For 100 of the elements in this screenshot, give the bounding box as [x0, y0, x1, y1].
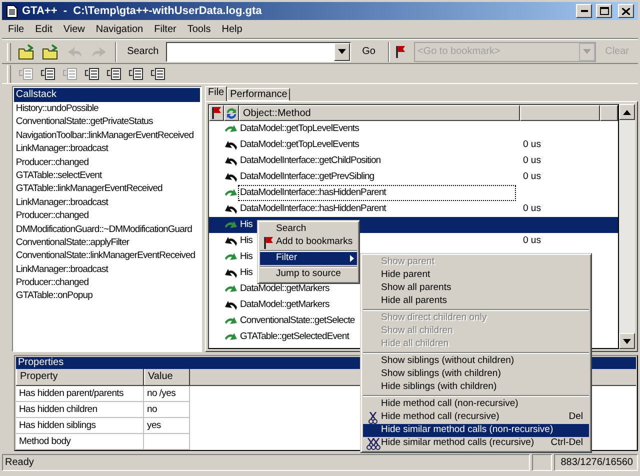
menu-item[interactable]: Hide siblings (with children): [363, 381, 589, 394]
time-cell: 0 us: [523, 203, 541, 214]
table-cell: no: [144, 402, 190, 418]
bookmark-flag-icon[interactable]: [395, 44, 408, 58]
return-arrow-icon: [225, 156, 237, 166]
menu-item[interactable]: File: [8, 22, 24, 36]
method-cell-text: GTATable::getSelectedEvent: [239, 330, 350, 344]
return-arrow-icon: [225, 172, 237, 182]
menu-item[interactable]: Show all parents: [363, 282, 589, 295]
dropdown-arrow-icon: [338, 49, 346, 54]
callstack-item[interactable]: LinkManager::broadcast: [14, 262, 200, 276]
callstack-item[interactable]: ConventionalState::getPrivateStatus: [14, 115, 200, 129]
return-arrow-icon: [225, 204, 237, 214]
menu-item[interactable]: View: [63, 22, 85, 36]
menu-item[interactable]: Show siblings (without children): [363, 355, 589, 368]
down-arrow-icon: [623, 338, 631, 344]
callstack-item[interactable]: History::undoPossible: [14, 102, 200, 116]
column-header[interactable]: [209, 105, 224, 121]
menu-item[interactable]: Filter: [260, 252, 357, 265]
menu-item[interactable]: Help: [222, 22, 242, 36]
tab[interactable]: Performance: [227, 88, 290, 101]
menu-item[interactable]: Tools: [187, 22, 211, 36]
list-icon: [19, 68, 33, 80]
callstack-item[interactable]: LinkManager::broadcast: [14, 142, 200, 156]
go-button[interactable]: Go: [354, 42, 384, 62]
callstack-item[interactable]: ConventionalState::applyFilter: [14, 236, 200, 250]
table-cell: Has hidden parent/parents: [16, 386, 144, 402]
time-cell: 0 us: [523, 155, 541, 166]
column-header[interactable]: [224, 105, 239, 121]
callstack-item[interactable]: Producer::changed: [14, 209, 200, 223]
method-cell-text: DataModel::getTopLevelEvents: [239, 122, 360, 136]
undo-icon: [68, 46, 82, 56]
maximize-button[interactable]: [596, 4, 612, 18]
minimize-button[interactable]: [576, 4, 592, 18]
menu-item[interactable]: Hide all parents: [363, 295, 589, 308]
column-header[interactable]: [600, 105, 618, 121]
callstack-item[interactable]: NavigationToolbar::linkManagerEventReceived: [14, 128, 200, 142]
menu-item[interactable]: Jump to source: [260, 268, 357, 281]
list-icon: [151, 68, 165, 80]
return-arrow-icon: [225, 300, 237, 310]
folder-icon: [18, 44, 36, 60]
close-button[interactable]: [618, 4, 634, 18]
search-label: Search: [126, 45, 160, 59]
double-scissors-icon: [366, 438, 380, 450]
method-cell-text: DataModel::getTopLevelEvents: [239, 138, 360, 152]
flag-icon: [210, 106, 222, 120]
search-field[interactable]: [166, 42, 352, 62]
event-counts: 883/1276/16560: [554, 454, 638, 470]
scroll-down-button[interactable]: [619, 333, 635, 349]
call-arrow-icon: [225, 252, 237, 262]
status-panel: [532, 454, 552, 470]
column-header[interactable]: Property: [16, 369, 144, 385]
callstack-item[interactable]: Producer::changed: [14, 156, 200, 169]
return-arrow-icon: [225, 140, 237, 150]
method-cell-text: His: [239, 218, 254, 232]
menu-item[interactable]: Hide method call (non-recursive): [363, 398, 589, 411]
callstack-item[interactable]: Producer::changed: [14, 276, 200, 290]
table-cell: no /yes: [144, 386, 190, 402]
column-header[interactable]: Value: [144, 369, 190, 385]
menu-item[interactable]: Add to bookmarks: [260, 236, 357, 249]
callstack-item[interactable]: GTATable::onPopup: [14, 289, 200, 303]
menu-item[interactable]: Edit: [35, 22, 52, 36]
menu-item[interactable]: Search: [260, 223, 357, 236]
document-icon: [6, 4, 18, 18]
menu-item[interactable]: Filter: [154, 22, 176, 36]
close-icon: [622, 8, 630, 14]
callstack-item[interactable]: ConventionalState::linkManagerEventReceived: [14, 249, 200, 263]
list-icon: [85, 68, 99, 80]
folder-icon: [42, 44, 60, 60]
scroll-up-button[interactable]: [619, 104, 635, 120]
callstack-item[interactable]: GTATable::selectEvent: [14, 168, 200, 182]
flag-icon: [263, 236, 274, 249]
up-arrow-icon: [623, 110, 631, 114]
menu-item[interactable]: Hide parent: [363, 269, 589, 282]
time-cell: 0 us: [523, 139, 541, 150]
table-cell: Has hidden siblings: [16, 418, 144, 434]
shortcut-text: Ctrl-Del: [550, 436, 583, 450]
return-arrow-icon: [225, 236, 237, 246]
table-cell: Method body: [16, 434, 144, 450]
status-text: Ready: [2, 454, 530, 470]
scrollbar[interactable]: [619, 104, 635, 349]
window-title: GTA++ - C:\Temp\gta++-withUserData.log.gta: [22, 4, 263, 19]
menu-item[interactable]: Hide similar method calls (recursive) Ctrl-Del: [363, 437, 589, 450]
menu-item[interactable]: Hide similar method calls (non-recursive): [363, 424, 589, 437]
method-cell-text: DataModel::getMarkers: [239, 298, 330, 312]
menu-item[interactable]: Show siblings (with children): [363, 368, 589, 381]
table-cell: [144, 434, 190, 450]
callstack-item[interactable]: GTATable::linkManagerEventReceived: [14, 182, 200, 196]
list-icon: [107, 68, 121, 80]
table-cell: yes: [144, 418, 190, 434]
column-header[interactable]: [520, 105, 600, 121]
call-arrow-icon: [225, 220, 237, 230]
tab[interactable]: File: [205, 86, 228, 101]
column-header[interactable]: Object::Method: [239, 105, 520, 121]
maximize-icon: [600, 7, 608, 15]
callstack-item[interactable]: DMModificationGuard::~DMModificationGuard: [14, 222, 200, 236]
return-arrow-icon: [225, 268, 237, 278]
callstack-item[interactable]: LinkManager::broadcast: [14, 196, 200, 210]
menu-item[interactable]: Hide method call (recursive) Del: [363, 411, 589, 424]
menu-item[interactable]: Navigation: [96, 22, 144, 36]
